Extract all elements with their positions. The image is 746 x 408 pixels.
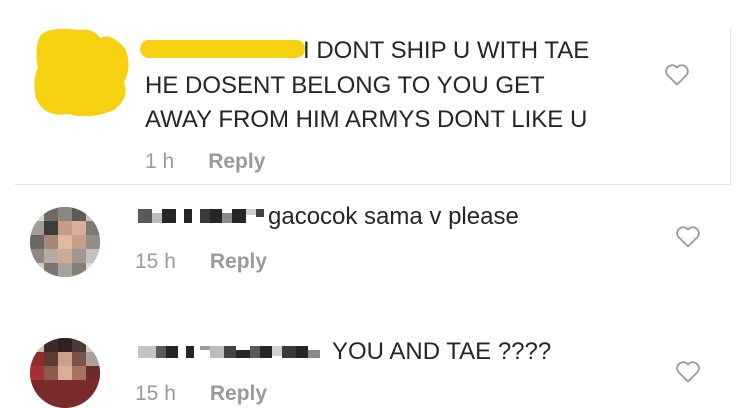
- username-pixelated[interactable]: [138, 342, 330, 362]
- heart-outline-icon[interactable]: [675, 225, 701, 249]
- timestamp: 15 h: [135, 250, 176, 273]
- comment-meta: 15 h Reply: [135, 250, 267, 274]
- avatar-pixelated[interactable]: [30, 338, 100, 408]
- reply-button[interactable]: Reply: [208, 150, 265, 173]
- comment-text-line: gacocok sama v please: [268, 203, 519, 230]
- reply-button[interactable]: Reply: [210, 250, 267, 273]
- comment-meta: 1 h Reply: [145, 150, 265, 174]
- reply-button[interactable]: Reply: [210, 382, 267, 405]
- comment-text-line: AWAY FROM HIM ARMYS DONT LIKE U: [145, 106, 588, 133]
- username-pixelated[interactable]: [138, 207, 270, 227]
- comment-item: gacocok sama v please 15 h Reply: [0, 185, 746, 290]
- timestamp: 15 h: [135, 382, 176, 405]
- comment-item: YOU AND TAE ???? 15 h Reply: [0, 290, 746, 408]
- comment-text-line: HE DOSENT BELONG TO YOU GET: [145, 72, 545, 99]
- timestamp: 1 h: [145, 150, 175, 173]
- comment-text-line: I DONT SHIP U WITH TAE: [303, 37, 590, 64]
- avatar-redacted[interactable]: [34, 28, 130, 116]
- username-redacted[interactable]: [140, 40, 305, 58]
- avatar-pixelated[interactable]: [30, 207, 100, 277]
- heart-outline-icon[interactable]: [664, 63, 690, 87]
- comment-item: I DONT SHIP U WITH TAE HE DOSENT BELONG …: [0, 0, 746, 184]
- comment-frame-border: [730, 28, 731, 184]
- comment-meta: 15 h Reply: [135, 382, 267, 406]
- heart-outline-icon[interactable]: [675, 360, 701, 384]
- comment-text-line: YOU AND TAE ????: [332, 338, 552, 365]
